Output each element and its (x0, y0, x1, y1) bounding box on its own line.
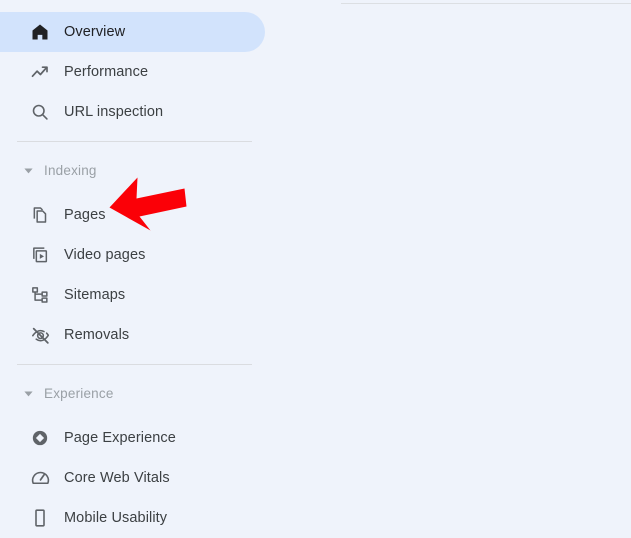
section-header-experience[interactable]: Experience (0, 379, 300, 407)
sidebar-item-label: Video pages (64, 247, 146, 263)
sidebar-item-removals[interactable]: Removals (0, 315, 265, 355)
content-top-divider (341, 3, 631, 4)
chevron-down-icon (20, 388, 36, 399)
sidebar-item-label: Core Web Vitals (64, 470, 170, 486)
sidebar-item-label: Overview (64, 24, 126, 40)
sidebar-top-group: Overview Performance URL inspection (0, 12, 300, 132)
sidebar-item-core-web-vitals[interactable]: Core Web Vitals (0, 458, 265, 498)
sidebar-item-label: Removals (64, 327, 130, 343)
sidebar-divider-indexing (17, 141, 252, 142)
trending-up-icon (20, 62, 60, 82)
sidebar-item-label: Sitemaps (64, 287, 126, 303)
home-icon (20, 22, 60, 42)
sidebar-item-performance[interactable]: Performance (0, 52, 265, 92)
sidebar-item-url-inspection[interactable]: URL inspection (0, 92, 265, 132)
search-icon (20, 102, 60, 122)
sidebar: Overview Performance URL inspection Inde… (0, 0, 300, 528)
section-title: Indexing (44, 162, 97, 178)
sitemaps-icon (20, 285, 60, 305)
content-pane (341, 0, 631, 528)
section-header-indexing[interactable]: Indexing (0, 156, 300, 184)
sidebar-item-label: Page Experience (64, 430, 176, 446)
sidebar-item-label: Pages (64, 207, 106, 223)
gauge-icon (20, 468, 60, 489)
sidebar-item-sitemaps[interactable]: Sitemaps (0, 275, 265, 315)
sidebar-item-label: URL inspection (64, 104, 164, 120)
sidebar-item-label: Mobile Usability (64, 510, 168, 526)
sidebar-divider-experience (17, 364, 252, 365)
pages-icon (20, 205, 60, 225)
search-console-app: Overview Performance URL inspection Inde… (0, 0, 631, 528)
video-pages-icon (20, 245, 60, 265)
mobile-phone-icon (20, 508, 60, 528)
sidebar-item-video-pages[interactable]: Video pages (0, 235, 265, 275)
sidebar-item-mobile-usability[interactable]: Mobile Usability (0, 498, 265, 538)
chevron-down-icon (20, 165, 36, 176)
eye-off-icon (20, 325, 60, 346)
sidebar-indexing-group: Indexing Pages Video pages Sitemaps Remo… (0, 156, 300, 355)
sidebar-item-overview[interactable]: Overview (0, 12, 265, 52)
sidebar-experience-group: Experience Page Experience Core Web Vita… (0, 379, 300, 538)
sidebar-item-page-experience[interactable]: Page Experience (0, 418, 265, 458)
sidebar-item-label: Performance (64, 64, 149, 80)
sidebar-item-pages[interactable]: Pages (0, 195, 265, 235)
page-experience-icon (20, 428, 60, 448)
section-title: Experience (44, 385, 114, 401)
